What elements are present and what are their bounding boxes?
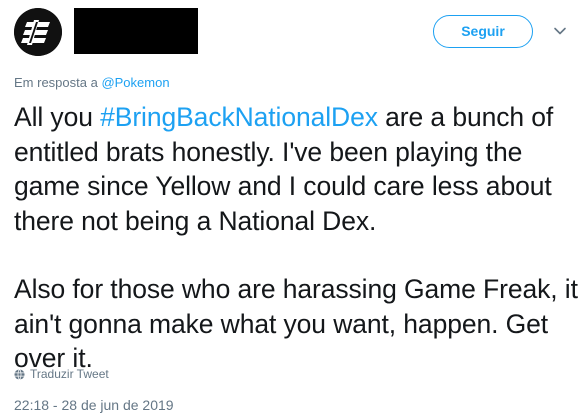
redacted-user-name (74, 8, 198, 54)
hashtag-link[interactable]: #BringBackNationalDex (100, 102, 378, 132)
reply-mention-link[interactable]: @Pokemon (101, 75, 169, 90)
follow-button[interactable]: Seguir (433, 15, 533, 48)
translate-label: Traduzir Tweet (30, 367, 109, 381)
translate-tweet-link[interactable]: Traduzir Tweet (14, 367, 109, 381)
tweet-paragraph-1: All you #BringBackNationalDex are a bunc… (14, 100, 580, 238)
logo-avatar-icon (14, 8, 62, 56)
tweet-paragraph-2: Also for those who are harassing Game Fr… (14, 274, 578, 373)
reply-prefix: Em resposta a (14, 75, 102, 90)
tweet-timestamp[interactable]: 22:18 - 28 de jun de 2019 (14, 397, 174, 413)
reply-context: Em resposta a @Pokemon (14, 75, 170, 90)
tweet-text-start: All you (14, 102, 101, 132)
tweet-card: Seguir Em resposta a @Pokemon All you #B… (0, 0, 584, 418)
chevron-down-icon[interactable] (553, 24, 567, 38)
avatar[interactable] (14, 8, 62, 56)
globe-icon (14, 368, 25, 380)
tweet-text: All you #BringBackNationalDex are a bunc… (14, 100, 580, 376)
